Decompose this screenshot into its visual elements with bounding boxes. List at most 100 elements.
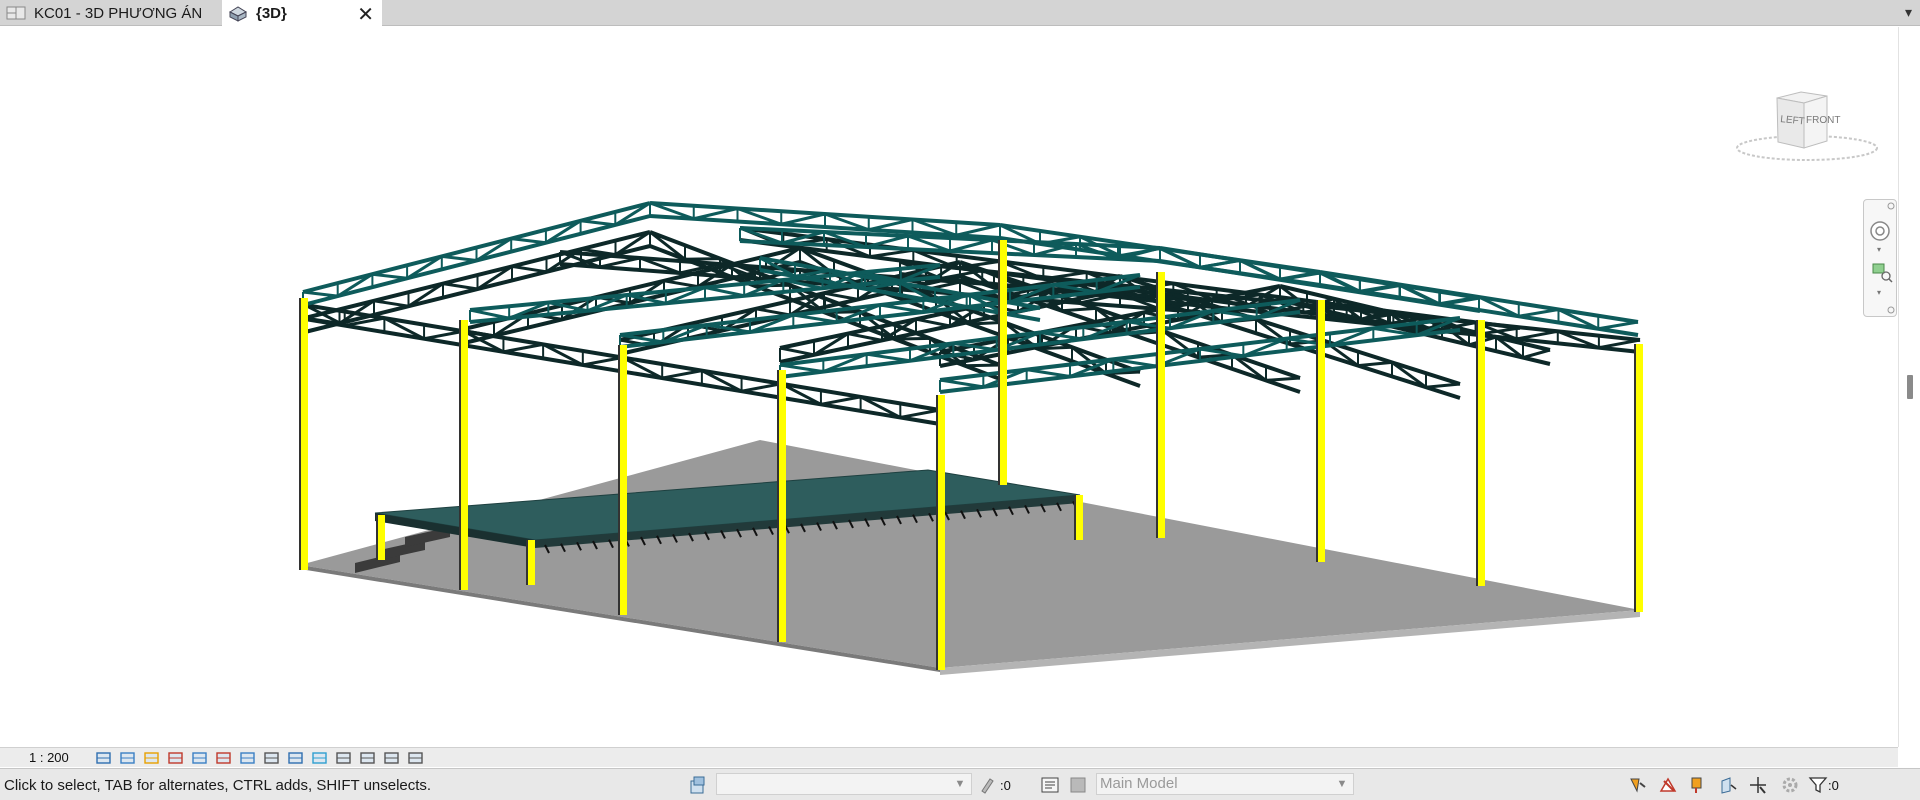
show-crop-region-icon[interactable] bbox=[238, 749, 258, 766]
truss-web bbox=[661, 369, 703, 380]
truss-web bbox=[684, 257, 721, 261]
show-analytical-model-icon[interactable] bbox=[358, 749, 378, 766]
sun-path-icon[interactable] bbox=[142, 749, 162, 766]
steering-wheel-icon[interactable]: ▾ bbox=[1870, 221, 1890, 254]
temporary-view-properties-icon[interactable] bbox=[334, 749, 354, 766]
reveal-constraints-icon[interactable] bbox=[406, 749, 426, 766]
steel-column-shade bbox=[1316, 300, 1318, 562]
view-scale[interactable]: 1 : 200 bbox=[29, 750, 69, 765]
truss-web bbox=[503, 342, 544, 354]
truss-web bbox=[1265, 376, 1301, 382]
truss-web bbox=[511, 264, 547, 274]
background-processes-icon[interactable] bbox=[1780, 775, 1800, 795]
view-control-icons bbox=[94, 749, 426, 766]
truss-web bbox=[663, 279, 699, 289]
exclude-options-icon[interactable] bbox=[1068, 775, 1088, 795]
visual-style-icon[interactable] bbox=[118, 749, 138, 766]
truss-web bbox=[704, 286, 745, 298]
truss-web bbox=[939, 378, 984, 389]
truss-web bbox=[869, 248, 914, 259]
truss-web bbox=[741, 382, 782, 393]
design-option-value: Main Model bbox=[1100, 775, 1178, 792]
steel-column-shade bbox=[1476, 320, 1478, 586]
view-control-bar: 1 : 200 bbox=[0, 747, 1898, 767]
steel-column-shade bbox=[936, 395, 938, 670]
steel-column-shade bbox=[459, 320, 461, 590]
viewcube-front-face[interactable]: FRONT bbox=[1806, 115, 1840, 126]
truss-web bbox=[868, 218, 913, 232]
view-cube[interactable]: LEFT FRONT bbox=[1734, 86, 1880, 166]
truss-web bbox=[964, 363, 1001, 368]
editable-only-count: :0 bbox=[1000, 778, 1011, 793]
zoom-region-icon[interactable]: ▾ bbox=[1872, 263, 1893, 297]
truss-web bbox=[599, 256, 641, 269]
truss-web bbox=[1597, 320, 1639, 331]
vertical-scrollbar[interactable] bbox=[1898, 27, 1920, 747]
select-pinned-icon[interactable] bbox=[1688, 775, 1708, 795]
rendering-dialog-icon[interactable] bbox=[190, 749, 210, 766]
worksets-icon[interactable] bbox=[688, 775, 708, 795]
truss-web bbox=[441, 254, 477, 262]
truss-web bbox=[302, 290, 338, 298]
temporary-hide-isolate-icon[interactable] bbox=[286, 749, 306, 766]
svg-text:▾: ▾ bbox=[1877, 245, 1881, 254]
truss-web bbox=[847, 332, 883, 342]
truss-web bbox=[1598, 338, 1641, 350]
detail-level-icon[interactable] bbox=[94, 749, 114, 766]
floor-slab bbox=[300, 440, 1640, 668]
3d-viewport[interactable] bbox=[0, 27, 1898, 747]
close-icon[interactable]: ✕ bbox=[357, 2, 374, 27]
truss-web bbox=[693, 207, 738, 221]
select-links-icon[interactable] bbox=[1628, 775, 1648, 795]
truss-web bbox=[900, 408, 941, 419]
floor-plan-icon bbox=[6, 5, 26, 21]
truss-web bbox=[955, 223, 1001, 237]
filter-icon[interactable] bbox=[1808, 775, 1828, 795]
svg-text:▾: ▾ bbox=[1877, 288, 1881, 297]
navigation-bar: ▾ ▾ bbox=[1863, 199, 1897, 317]
editable-only-icon[interactable] bbox=[978, 775, 998, 795]
truss-web bbox=[779, 346, 815, 357]
truss-web bbox=[1425, 382, 1461, 389]
chevron-down-icon: ▼ bbox=[954, 778, 966, 790]
truss-web bbox=[949, 238, 993, 253]
select-underlay-icon[interactable] bbox=[1658, 775, 1678, 795]
truss-web bbox=[1061, 306, 1097, 313]
reveal-hidden-elements-icon[interactable] bbox=[310, 749, 330, 766]
truss-web bbox=[649, 230, 686, 261]
truss-web bbox=[1518, 308, 1559, 318]
3d-view-house-icon bbox=[228, 5, 248, 22]
status-bar: Click to select, TAB for alternates, CTR… bbox=[0, 768, 1920, 800]
steel-column-shade bbox=[1156, 272, 1158, 538]
truss-web bbox=[580, 219, 616, 227]
truss-web bbox=[915, 317, 951, 328]
tab-label: {3D} bbox=[256, 5, 287, 22]
scroll-thumb[interactable] bbox=[1907, 375, 1913, 399]
structural-model bbox=[299, 201, 1643, 675]
highlight-displacement-icon[interactable] bbox=[382, 749, 402, 766]
truss-web bbox=[373, 299, 409, 308]
truss-web bbox=[442, 282, 478, 291]
steel-column-shade bbox=[526, 540, 528, 585]
design-option-dropdown[interactable]: Main Model ▼ bbox=[1096, 773, 1354, 795]
design-options-icon[interactable] bbox=[1040, 775, 1060, 795]
select-by-face-icon[interactable] bbox=[1718, 775, 1738, 795]
tab-kc01-3d-phuong-an[interactable]: KC01 - 3D PHƯƠNG ÁN bbox=[0, 0, 222, 26]
steel-column-shade bbox=[299, 298, 301, 570]
chevron-down-icon[interactable]: ▾ bbox=[1905, 4, 1912, 21]
tab-3d[interactable]: {3D} ✕ bbox=[222, 0, 382, 27]
truss-web bbox=[372, 272, 408, 280]
truss-web bbox=[866, 352, 911, 363]
status-message: Click to select, TAB for alternates, CTR… bbox=[4, 777, 432, 794]
crop-view-icon[interactable] bbox=[214, 749, 234, 766]
unlock-3d-view-icon[interactable] bbox=[262, 749, 282, 766]
truss-web bbox=[1199, 259, 1241, 269]
truss-web bbox=[469, 308, 510, 320]
drag-on-selection-icon[interactable] bbox=[1748, 775, 1768, 795]
active-workset-dropdown[interactable]: ▼ bbox=[716, 773, 972, 795]
truss-web bbox=[779, 363, 824, 374]
truss-web bbox=[1357, 360, 1393, 368]
truss-web bbox=[423, 329, 465, 341]
shadows-icon[interactable] bbox=[166, 749, 186, 766]
chevron-down-icon: ▼ bbox=[1336, 778, 1348, 790]
